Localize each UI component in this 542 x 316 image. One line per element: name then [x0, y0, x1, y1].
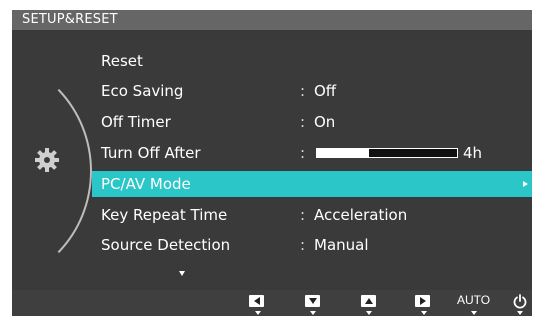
osd-screen: SETUP&RESET Reset Eco Saving : Off Off T…	[0, 0, 542, 316]
left-triangle-icon	[253, 297, 260, 305]
key-pointer-icon	[471, 311, 477, 315]
menu-title: SETUP&RESET	[12, 10, 532, 30]
menu-item-label: PC/AV Mode	[101, 175, 191, 193]
submenu-arrow-icon	[523, 181, 528, 187]
separator-colon: :	[300, 82, 306, 100]
scroll-down-icon[interactable]	[179, 271, 185, 276]
menu-item-value: On	[314, 113, 336, 131]
key-pointer-icon	[310, 311, 316, 315]
left-key-button[interactable]	[249, 295, 264, 307]
key-pointer-icon	[366, 311, 372, 315]
up-key-button[interactable]	[361, 295, 376, 307]
down-key-button[interactable]	[305, 295, 320, 307]
menu-item-label: Reset	[101, 52, 143, 70]
key-pointer-icon	[517, 311, 523, 315]
key-guide-bar: AUTO	[12, 290, 532, 316]
gear-icon	[35, 148, 59, 172]
enter-key-button[interactable]	[415, 295, 430, 307]
menu-item-label: Off Timer	[101, 113, 171, 131]
menu-item-value: Off	[314, 82, 337, 100]
menu-item-off-timer[interactable]: Off Timer : On	[92, 109, 532, 135]
menu-item-pc-av-mode[interactable]: PC/AV Mode	[92, 171, 532, 197]
menu-item-label: Key Repeat Time	[101, 206, 228, 224]
separator-colon: :	[300, 206, 306, 224]
menu-item-value: Acceleration	[314, 206, 408, 224]
menu-panel: SETUP&RESET Reset Eco Saving : Off Off T…	[12, 10, 532, 290]
auto-key-label[interactable]: AUTO	[457, 293, 490, 307]
turn-off-after-slider[interactable]	[316, 148, 458, 158]
power-icon[interactable]	[512, 293, 528, 309]
slider-fill	[317, 149, 369, 157]
separator-colon: :	[300, 113, 306, 131]
up-triangle-icon	[364, 298, 373, 304]
right-triangle-icon	[419, 297, 426, 305]
separator-colon: :	[300, 236, 306, 254]
menu-item-key-repeat-time[interactable]: Key Repeat Time : Acceleration	[92, 202, 532, 228]
slider-value: 4h	[463, 144, 483, 162]
key-pointer-icon	[255, 311, 261, 315]
down-triangle-icon	[308, 298, 317, 304]
menu-item-label: Turn Off After	[101, 144, 201, 162]
separator-colon: :	[300, 144, 306, 162]
menu-item-label: Source Detection	[101, 236, 231, 254]
menu-item-source-detection[interactable]: Source Detection : Manual	[92, 232, 532, 258]
menu-item-turn-off-after[interactable]: Turn Off After : 4h	[92, 140, 532, 166]
menu-item-eco-saving[interactable]: Eco Saving : Off	[92, 78, 532, 104]
menu-item-value: Manual	[314, 236, 369, 254]
menu-item-reset[interactable]: Reset	[92, 48, 532, 74]
key-pointer-icon	[421, 311, 427, 315]
menu-item-label: Eco Saving	[101, 82, 184, 100]
